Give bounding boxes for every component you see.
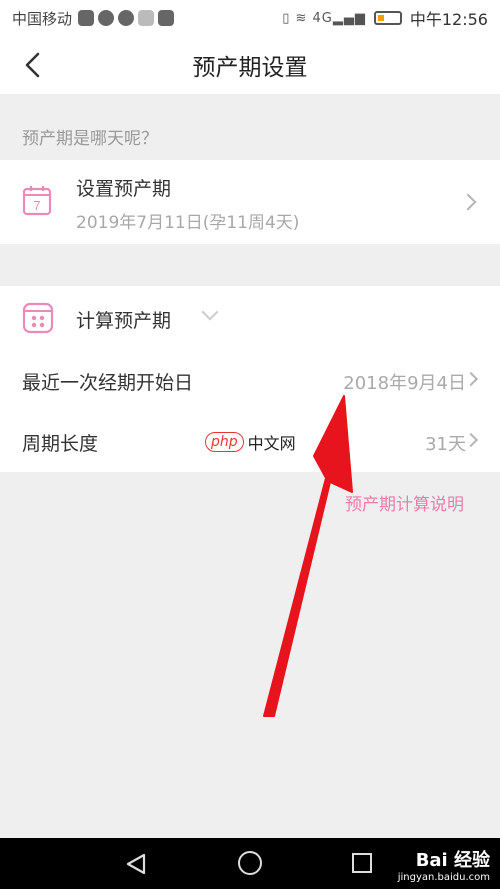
- svg-text:7: 7: [33, 198, 40, 213]
- app-notification-icon: [158, 10, 175, 26]
- chevron-right-icon: [463, 371, 479, 387]
- notification-icons: [78, 10, 175, 26]
- carrier-name: 中国移动: [12, 9, 73, 28]
- chevron-down-icon[interactable]: [201, 303, 219, 321]
- chat-notification-icon: [118, 10, 135, 26]
- nav-home-icon[interactable]: [238, 851, 262, 875]
- chevron-right-icon: [463, 432, 479, 448]
- baidu-jingyan-watermark: Bai 经验 jingyan.baidu.com: [398, 846, 490, 883]
- php-logo: php: [205, 432, 244, 452]
- last-period-row[interactable]: 最近一次经期开始日 2018年9月4日: [0, 350, 500, 410]
- app-notification-icon: [138, 10, 155, 26]
- watermark-text: 中文网: [247, 434, 296, 453]
- app-notification-icon: [78, 10, 95, 26]
- baidu-url: jingyan.baidu.com: [397, 872, 490, 883]
- section-label: 预产期是哪天呢？: [22, 129, 158, 149]
- system-nav-bar: Bai 经验 jingyan.baidu.com: [0, 838, 500, 889]
- last-period-value: 2018年9月4日: [343, 373, 466, 394]
- due-date-explanation-link[interactable]: 预产期计算说明: [345, 490, 464, 515]
- clock: 中午12:56: [409, 10, 488, 29]
- signal-icon: ▯ ≋ 4G▂▄▆: [282, 10, 366, 26]
- chevron-right-icon: [459, 193, 477, 211]
- page-title: 预产期设置: [192, 55, 308, 81]
- cycle-length-label: 周期长度: [22, 433, 99, 455]
- last-period-label: 最近一次经期开始日: [22, 372, 194, 394]
- calculator-icon: [22, 302, 54, 334]
- baidu-brand: Bai 经验: [415, 850, 490, 871]
- app-notification-icon: [98, 10, 115, 26]
- nav-back-icon[interactable]: [124, 852, 148, 876]
- due-date-value: 2019年7月11日(孕11周4天): [76, 213, 300, 233]
- status-bar: 中国移动 ▯ ≋ 4G▂▄▆ 中午12:56: [0, 0, 500, 36]
- status-right: ▯ ≋ 4G▂▄▆ 中午12:56: [282, 6, 488, 30]
- calculate-label[interactable]: 计算预产期: [76, 306, 171, 333]
- set-due-date-row[interactable]: 7 设置预产期 2019年7月11日(孕11周4天): [0, 160, 500, 244]
- set-due-date-label: 设置预产期: [76, 178, 172, 200]
- app-header: 预产期设置: [0, 36, 500, 94]
- nav-recent-apps-icon[interactable]: [352, 853, 372, 873]
- php-watermark: php 中文网: [205, 430, 296, 454]
- cycle-length-value: 31天: [425, 434, 466, 455]
- battery-icon: [373, 11, 402, 25]
- calendar-icon: 7: [22, 186, 52, 216]
- chevron-left-icon[interactable]: [18, 50, 48, 80]
